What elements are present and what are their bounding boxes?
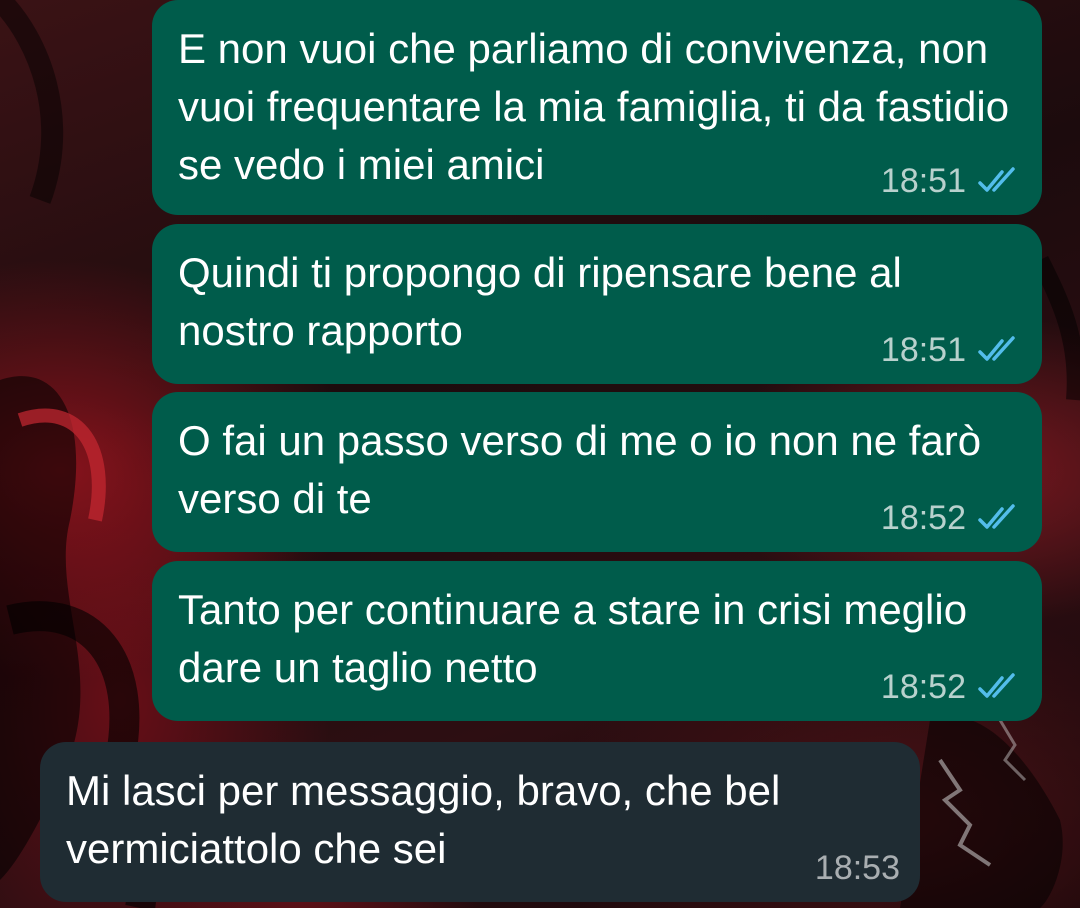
message-bubble-outgoing[interactable]: E non vuoi che parliamo di convivenza, n… [152,0,1042,215]
message-meta: 18:52 [881,498,1022,538]
message-meta: 18:51 [881,161,1022,201]
conversation: E non vuoi che parliamo di convivenza, n… [0,0,1080,908]
double-check-read-icon [978,336,1015,361]
double-check-read-icon [978,167,1015,192]
message-bubble-incoming[interactable]: Mi lasci per messaggio, bravo, che bel v… [40,742,920,902]
message-time: 18:51 [880,331,966,369]
message-meta: 18:53 [815,848,900,888]
message-time: 18:51 [880,162,966,200]
message-time: 18:52 [880,668,966,706]
message-meta: 18:51 [881,330,1022,370]
message-bubble-outgoing[interactable]: Quindi ti propongo di ripensare bene al … [152,224,1042,384]
message-text: Mi lasci per messaggio, bravo, che bel v… [66,767,792,872]
message-meta: 18:52 [881,667,1022,707]
message-bubble-outgoing[interactable]: Tanto per continuare a stare in crisi me… [152,561,1042,721]
double-check-read-icon [978,504,1015,529]
message-time: 18:52 [880,499,966,537]
double-check-read-icon [978,673,1015,698]
message-time: 18:53 [814,849,900,887]
message-bubble-outgoing[interactable]: O fai un passo verso di me o io non ne f… [152,392,1042,552]
